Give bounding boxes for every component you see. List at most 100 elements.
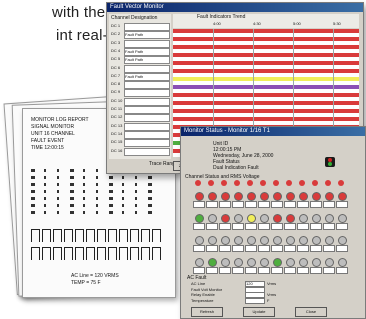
channel-value-box (297, 201, 309, 208)
status-field-unit: F (267, 297, 270, 303)
channel-row-field[interactable] (124, 39, 170, 48)
channel-row-field[interactable] (124, 81, 170, 90)
channel-row-field[interactable] (124, 97, 170, 106)
report-cell (31, 176, 35, 179)
report-header-line: TIME 12:00:15 (31, 145, 64, 151)
channel-row-field[interactable] (124, 64, 170, 73)
report-cell (109, 183, 113, 186)
trend-tick-label: 5:30 (333, 21, 341, 26)
report-glyph-rows (31, 229, 166, 267)
status-window[interactable]: Monitor Status - Monitor 1/16 T1 Unit ID… (180, 126, 366, 319)
channel-led (338, 258, 347, 267)
report-cell (70, 211, 74, 214)
channel-value-box (310, 223, 322, 230)
trend-stripe (173, 53, 359, 57)
report-glyph (108, 229, 117, 242)
channel-dot (299, 180, 305, 186)
channel-value-box (193, 223, 205, 230)
channel-row-label: DC 2 (111, 31, 121, 37)
status-fields: AC Line 120 Vrms Fault Volt Monitor Relay En… (187, 281, 359, 304)
status-button[interactable]: Update (243, 307, 275, 317)
trend-tick-label: 4:00 (213, 21, 221, 26)
channel-row-field[interactable] (124, 130, 170, 139)
channel-row-field[interactable] (124, 122, 170, 131)
channel-led (299, 236, 308, 245)
report-glyph (53, 247, 62, 260)
channel-row-field[interactable] (124, 147, 170, 156)
channel-dot (247, 180, 253, 186)
channel-row-label: DC 3 (111, 39, 121, 45)
channel-row: DC 9 (111, 89, 170, 98)
channel-led (221, 214, 230, 223)
channel-led (338, 214, 347, 223)
report-table (31, 169, 166, 224)
channel-row: DC 14 (111, 130, 170, 139)
trend-stripe (173, 109, 359, 113)
channel-row-field[interactable]: Fault Path (124, 31, 170, 40)
channel-row-label: DC 10 (111, 97, 123, 103)
trend-label: Fault Indicators Trend (197, 14, 246, 20)
status-button[interactable]: Refresh (191, 307, 223, 317)
channel-value-box (284, 201, 296, 208)
trend-header: Fault Indicators Trend 4:00 4:30 5:00 5:30 (173, 14, 359, 28)
status-info: Unit ID 12:00:15 PM Wednesday, June 28, … (213, 141, 273, 171)
channel-row-field[interactable] (124, 89, 170, 98)
channel-led (325, 258, 334, 267)
channel-row-field[interactable] (124, 114, 170, 123)
report-glyph (152, 247, 161, 260)
channel-led (312, 236, 321, 245)
channel-value-box (219, 267, 231, 274)
status-field-unit: Vrms (267, 281, 277, 286)
channel-led (208, 236, 217, 245)
channel-value-box (258, 245, 270, 252)
report-cell (135, 197, 137, 200)
channel-led (312, 258, 321, 267)
report-cell (31, 169, 35, 172)
channel-value-box (258, 201, 270, 208)
channel-led (234, 258, 243, 267)
channel-row-field[interactable] (124, 23, 170, 31)
channel-row-field[interactable] (124, 139, 170, 148)
status-field-label: Relay Enable (191, 292, 215, 297)
report-footer-line: AC Line = 120 VRMS (71, 273, 119, 279)
status-field-label: AC Line (191, 281, 206, 286)
channel-value-box (310, 201, 322, 208)
channel-led (260, 192, 269, 201)
report-cell (57, 190, 59, 193)
channel-row-label: DC 5 (111, 56, 121, 62)
channel-panel: Channel Designation DC 1 DC 2 Fault Path DC… (109, 14, 171, 159)
channel-row: DC 13 (111, 122, 170, 131)
report-glyph (42, 247, 51, 260)
channel-row-field[interactable]: Fault Path (124, 56, 170, 65)
channel-dot (260, 180, 266, 186)
report-glyph (75, 229, 84, 242)
report-cell (109, 190, 113, 193)
channel-row: DC 12 (111, 114, 170, 123)
channel-row-label: DC 15 (111, 139, 123, 145)
channel-row: DC 4 Fault Path (111, 47, 170, 56)
channel-row: DC 15 (111, 139, 170, 148)
channel-row-field[interactable] (124, 106, 170, 114)
channel-led (299, 258, 308, 267)
report-cell (57, 211, 59, 214)
status-field-input[interactable] (245, 297, 265, 304)
trend-stripe (173, 29, 359, 33)
channel-row-field[interactable]: Fault Path (124, 72, 170, 81)
trend-stripe (173, 77, 359, 81)
report-glyph (97, 247, 106, 260)
report-cell (44, 183, 46, 186)
status-button[interactable]: Close (295, 307, 327, 317)
channel-led (325, 214, 334, 223)
channel-value-box (310, 245, 322, 252)
channel-row-field[interactable]: Fault Path (124, 47, 170, 56)
report-header-line: SIGNAL MONITOR (31, 124, 75, 130)
report-glyph (141, 247, 150, 260)
channel-row-label: DC 8 (111, 81, 121, 87)
report-cell (70, 197, 74, 200)
channel-led (286, 214, 295, 223)
report-glyph (130, 247, 139, 260)
report-glyph (152, 229, 161, 242)
report-cell (70, 183, 74, 186)
report-cell (109, 204, 113, 207)
report-cell (83, 176, 85, 179)
